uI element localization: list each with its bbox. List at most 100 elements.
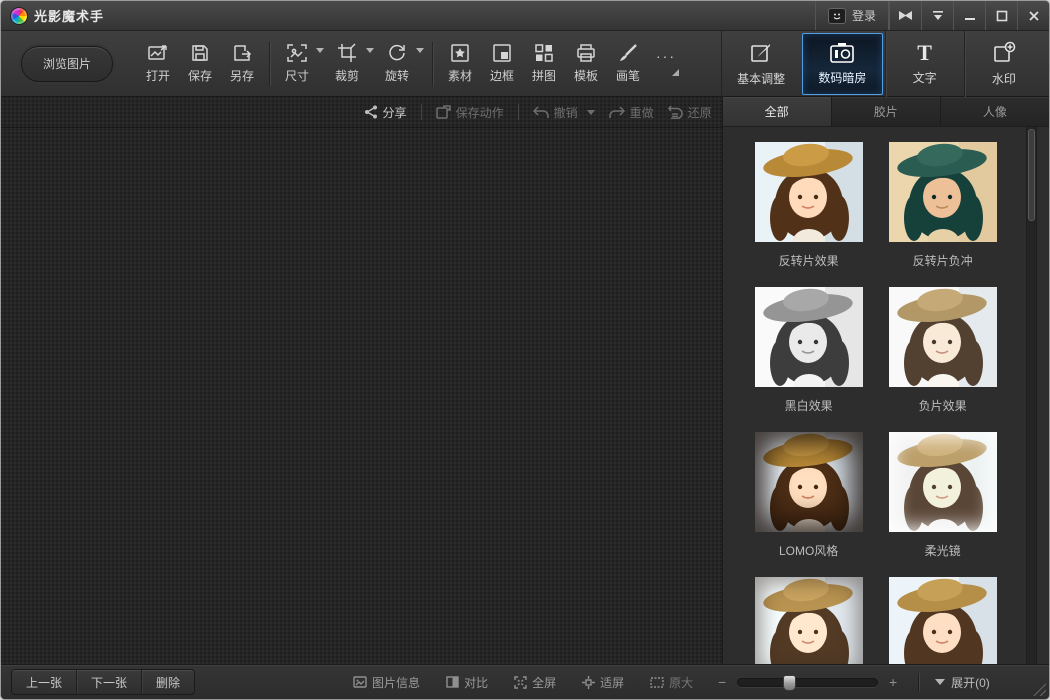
text-tool-label: 文字 <box>913 69 937 86</box>
effect-item-reversal[interactable]: 反转片效果 <box>755 142 863 268</box>
mode-basic-adjust[interactable]: 基本调整 <box>722 31 800 97</box>
tab-all[interactable]: 全部 <box>723 97 832 126</box>
mode-digital-darkroom[interactable]: 数码暗房 <box>802 33 882 95</box>
original-size-button[interactable]: 原大 <box>650 674 693 691</box>
rotate-dropdown-arrow[interactable] <box>416 48 424 53</box>
compare-button[interactable]: 对比 <box>446 674 488 691</box>
rotate-icon <box>387 43 407 63</box>
effect-item-soft-focus[interactable]: 柔光镜 <box>889 432 997 558</box>
zoom-slider[interactable] <box>737 678 878 687</box>
save-action-icon <box>436 105 451 119</box>
effect-label: 反转片效果 <box>779 252 839 268</box>
expand-arrow-icon <box>935 679 945 685</box>
previous-button[interactable]: 上一张 <box>12 670 76 694</box>
redo-button[interactable]: 重做 <box>609 104 654 121</box>
fullscreen-label: 全屏 <box>532 674 556 691</box>
save-action-label: 保存动作 <box>456 104 504 121</box>
material-star-icon <box>450 43 470 63</box>
open-button[interactable]: 打开 <box>137 38 179 90</box>
frame-button[interactable]: 边框 <box>481 38 523 90</box>
zoom-in-button[interactable]: + <box>886 674 900 690</box>
save-icon <box>190 43 210 63</box>
minimize-button[interactable] <box>953 1 985 30</box>
rotate-label: 旋转 <box>385 67 409 84</box>
resize-label: 尺寸 <box>285 67 309 84</box>
panel-scrollbar[interactable] <box>1026 127 1037 666</box>
main-toolbar: 浏览图片 打开 保存 另存 尺寸 <box>1 31 1049 97</box>
template-button[interactable]: 模板 <box>565 38 607 90</box>
effect-thumbnail[interactable] <box>755 287 863 387</box>
save-as-label: 另存 <box>230 67 254 84</box>
tab-portrait[interactable]: 人像 <box>941 97 1049 126</box>
expand-button[interactable]: 展开(0) <box>935 674 990 691</box>
effect-thumbnail[interactable] <box>889 287 997 387</box>
decor-tools-group: 素材 边框 拼图 模板 画笔 ··· <box>439 38 683 90</box>
compare-label: 对比 <box>464 674 488 691</box>
skin-button[interactable] <box>889 1 921 30</box>
login-button[interactable]: 登录 <box>815 1 889 30</box>
fit-screen-button[interactable]: 适屏 <box>582 674 624 691</box>
effect-thumbnail[interactable] <box>889 432 997 532</box>
app-title: 光影魔术手 <box>34 6 104 25</box>
undo-dropdown-arrow[interactable] <box>587 110 595 115</box>
scrollbar-thumb[interactable] <box>1028 129 1035 221</box>
image-canvas[interactable] <box>1 128 722 666</box>
actionbar-separator <box>421 104 422 120</box>
effect-thumbnail[interactable] <box>889 577 997 666</box>
effect-item-lomo[interactable]: LOMO风格 <box>755 432 863 558</box>
browse-images-button[interactable]: 浏览图片 <box>21 46 113 82</box>
effect-item-7[interactable] <box>755 577 863 666</box>
close-button[interactable] <box>1017 1 1049 30</box>
effects-panel: 全部 胶片 人像 反转片效果 反转片负冲 黑白效果 <box>723 97 1049 666</box>
effect-item-cross-process[interactable]: 反转片负冲 <box>889 142 997 268</box>
effect-label: LOMO风格 <box>779 542 838 558</box>
crop-dropdown-arrow[interactable] <box>366 48 374 53</box>
undo-label: 撤销 <box>554 104 578 121</box>
resize-grip[interactable] <box>1033 683 1046 696</box>
image-info-button[interactable]: 图片信息 <box>353 674 420 691</box>
basic-adjust-label: 基本调整 <box>737 70 785 87</box>
tab-film[interactable]: 胶片 <box>832 97 941 126</box>
fullscreen-button[interactable]: 全屏 <box>514 674 556 691</box>
effect-label: 黑白效果 <box>785 397 833 413</box>
share-button[interactable]: 分享 <box>364 104 407 121</box>
effect-thumbnail[interactable] <box>755 142 863 242</box>
mode-text[interactable]: T 文字 <box>885 31 964 97</box>
effects-tabs: 全部 胶片 人像 <box>723 97 1049 127</box>
delete-button[interactable]: 删除 <box>141 670 194 694</box>
save-button[interactable]: 保存 <box>179 38 221 90</box>
zoom-out-button[interactable]: − <box>715 674 729 690</box>
effect-item-bw[interactable]: 黑白效果 <box>755 287 863 413</box>
browse-images-label: 浏览图片 <box>43 55 91 72</box>
material-button[interactable]: 素材 <box>439 38 481 90</box>
save-as-button[interactable]: 另存 <box>221 38 263 90</box>
restore-button[interactable]: 还原 <box>668 104 712 121</box>
effect-thumbnail[interactable] <box>889 142 997 242</box>
undo-icon <box>533 106 549 119</box>
brush-label: 画笔 <box>616 67 640 84</box>
effect-thumbnail[interactable] <box>755 577 863 666</box>
resize-dropdown-arrow[interactable] <box>316 48 324 53</box>
collage-button[interactable]: 拼图 <box>523 38 565 90</box>
open-image-icon <box>147 43 169 63</box>
login-label: 登录 <box>852 7 876 24</box>
more-tools-button[interactable]: ··· <box>649 38 683 90</box>
maximize-button[interactable] <box>985 1 1017 30</box>
mode-watermark[interactable]: 水印 <box>964 31 1043 97</box>
effect-item-8[interactable] <box>889 577 997 666</box>
undo-button[interactable]: 撤销 <box>533 104 595 121</box>
next-button[interactable]: 下一张 <box>76 670 141 694</box>
zoom-slider-thumb[interactable] <box>783 675 796 691</box>
crop-button[interactable]: 裁剪 <box>326 38 368 90</box>
brush-button[interactable]: 画笔 <box>607 38 649 90</box>
effect-item-negative[interactable]: 负片效果 <box>889 287 997 413</box>
collapse-button[interactable] <box>921 1 953 30</box>
resize-button[interactable]: 尺寸 <box>276 38 318 90</box>
effect-thumbnail[interactable] <box>755 432 863 532</box>
original-size-icon <box>650 677 664 688</box>
restore-icon <box>668 105 683 119</box>
save-action-button[interactable]: 保存动作 <box>436 104 504 121</box>
darkroom-camera-icon <box>829 42 855 64</box>
file-tools-group: 打开 保存 另存 <box>137 38 263 90</box>
rotate-button[interactable]: 旋转 <box>376 38 418 90</box>
